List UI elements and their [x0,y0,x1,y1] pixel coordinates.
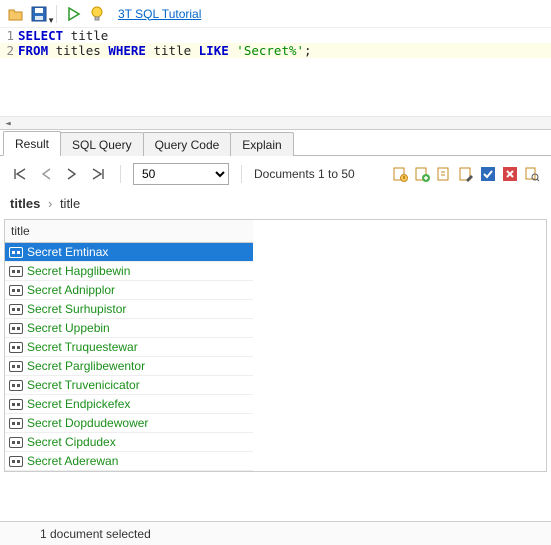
document-icon [9,266,23,277]
lock-doc-icon[interactable] [391,165,409,183]
cell-value: Secret Emtinax [27,245,108,259]
nav-prev-button[interactable] [36,164,56,184]
cell-value: Secret Cipdudex [27,435,116,449]
edit-doc-icon[interactable] [457,165,475,183]
table-row[interactable]: Secret Emtinax [5,243,253,262]
action-icons [391,165,541,183]
tab-sql-query[interactable]: SQL Query [60,132,144,156]
status-text: 1 document selected [40,527,151,541]
line-number: 1 [0,28,18,43]
nav-separator-2 [241,165,242,183]
document-icon [9,304,23,315]
nav-separator [120,165,121,183]
search-doc-icon[interactable] [523,165,541,183]
sql-editor[interactable]: 1SELECT title2FROM titles WHERE title LI… [0,28,551,130]
breadcrumb-separator-icon: › [48,196,52,211]
cell-value: Secret Parglibewentor [27,359,145,373]
document-icon [9,437,23,448]
open-folder-button[interactable] [6,4,26,24]
table-row[interactable]: Secret Cipdudex [5,433,253,452]
cell-value: Secret Endpickefex [27,397,130,411]
breadcrumb-leaf: title [60,196,80,211]
table-row[interactable]: Secret Uppebin [5,319,253,338]
status-bar: 1 document selected [0,521,551,545]
cell-value: Secret Surhupistor [27,302,126,316]
page-size-select-wrap: 50 [133,163,229,185]
tab-query-code[interactable]: Query Code [143,132,232,156]
nav-first-button[interactable] [10,164,30,184]
cell-value: Secret Adnipplor [27,283,115,297]
document-icon [9,399,23,410]
table-row[interactable]: Secret Adnipplor [5,281,253,300]
run-button[interactable] [64,4,84,24]
scroll-left-arrow[interactable]: ◄ [0,118,16,130]
tab-result[interactable]: Result [3,131,61,156]
document-icon [9,323,23,334]
table-row[interactable]: Secret Aderewan [5,452,253,471]
view-doc-icon[interactable] [435,165,453,183]
nav-next-button[interactable] [62,164,82,184]
breadcrumb-root[interactable]: titles [10,196,40,211]
table-row[interactable]: Secret Endpickefex [5,395,253,414]
table-row[interactable]: Secret Parglibewentor [5,357,253,376]
document-icon [9,418,23,429]
document-icon [9,456,23,467]
cell-value: Secret Truquestewar [27,340,138,354]
cell-value: Secret Aderewan [27,454,118,468]
add-doc-icon[interactable] [413,165,431,183]
column-header-title[interactable]: title [5,220,253,243]
save-button[interactable]: ▼ [29,4,49,24]
tab-explain[interactable]: Explain [230,132,293,156]
document-icon [9,342,23,353]
main-toolbar: ▼ 3T SQL Tutorial [0,0,551,28]
table-row[interactable]: Secret Dopdudewower [5,414,253,433]
delete-icon[interactable] [501,165,519,183]
cell-value: Secret Truvenicicator [27,378,140,392]
document-icon [9,361,23,372]
document-icon [9,380,23,391]
table-row[interactable]: Secret Truquestewar [5,338,253,357]
results-grid: title Secret Emtinax Secret Hapglibewin Se… [4,219,547,472]
page-size-select[interactable]: 50 [133,163,229,185]
toolbar-separator [56,5,57,23]
lightbulb-button[interactable] [87,4,107,24]
line-number: 2 [0,43,18,58]
cell-value: Secret Hapglibewin [27,264,130,278]
check-icon[interactable] [479,165,497,183]
table-row[interactable]: Secret Hapglibewin [5,262,253,281]
line-code[interactable]: FROM titles WHERE title LIKE 'Secret%'; [18,43,551,58]
editor-horizontal-scrollbar[interactable]: ◄ [0,116,551,130]
documents-range-label: Documents 1 to 50 [254,167,355,181]
nav-last-button[interactable] [88,164,108,184]
editor-line[interactable]: 1SELECT title [0,28,551,43]
tutorial-link[interactable]: 3T SQL Tutorial [118,7,201,21]
navigation-row: 50 Documents 1 to 50 [0,156,551,192]
editor-line[interactable]: 2FROM titles WHERE title LIKE 'Secret%'; [0,43,551,58]
document-icon [9,285,23,296]
document-icon [9,247,23,258]
breadcrumb: titles › title [0,192,551,219]
table-row[interactable]: Secret Surhupistor [5,300,253,319]
table-row[interactable]: Secret Truvenicicator [5,376,253,395]
cell-value: Secret Dopdudewower [27,416,148,430]
cell-value: Secret Uppebin [27,321,110,335]
results-tabbar: ResultSQL QueryQuery CodeExplain [0,130,551,156]
line-code[interactable]: SELECT title [18,28,551,43]
